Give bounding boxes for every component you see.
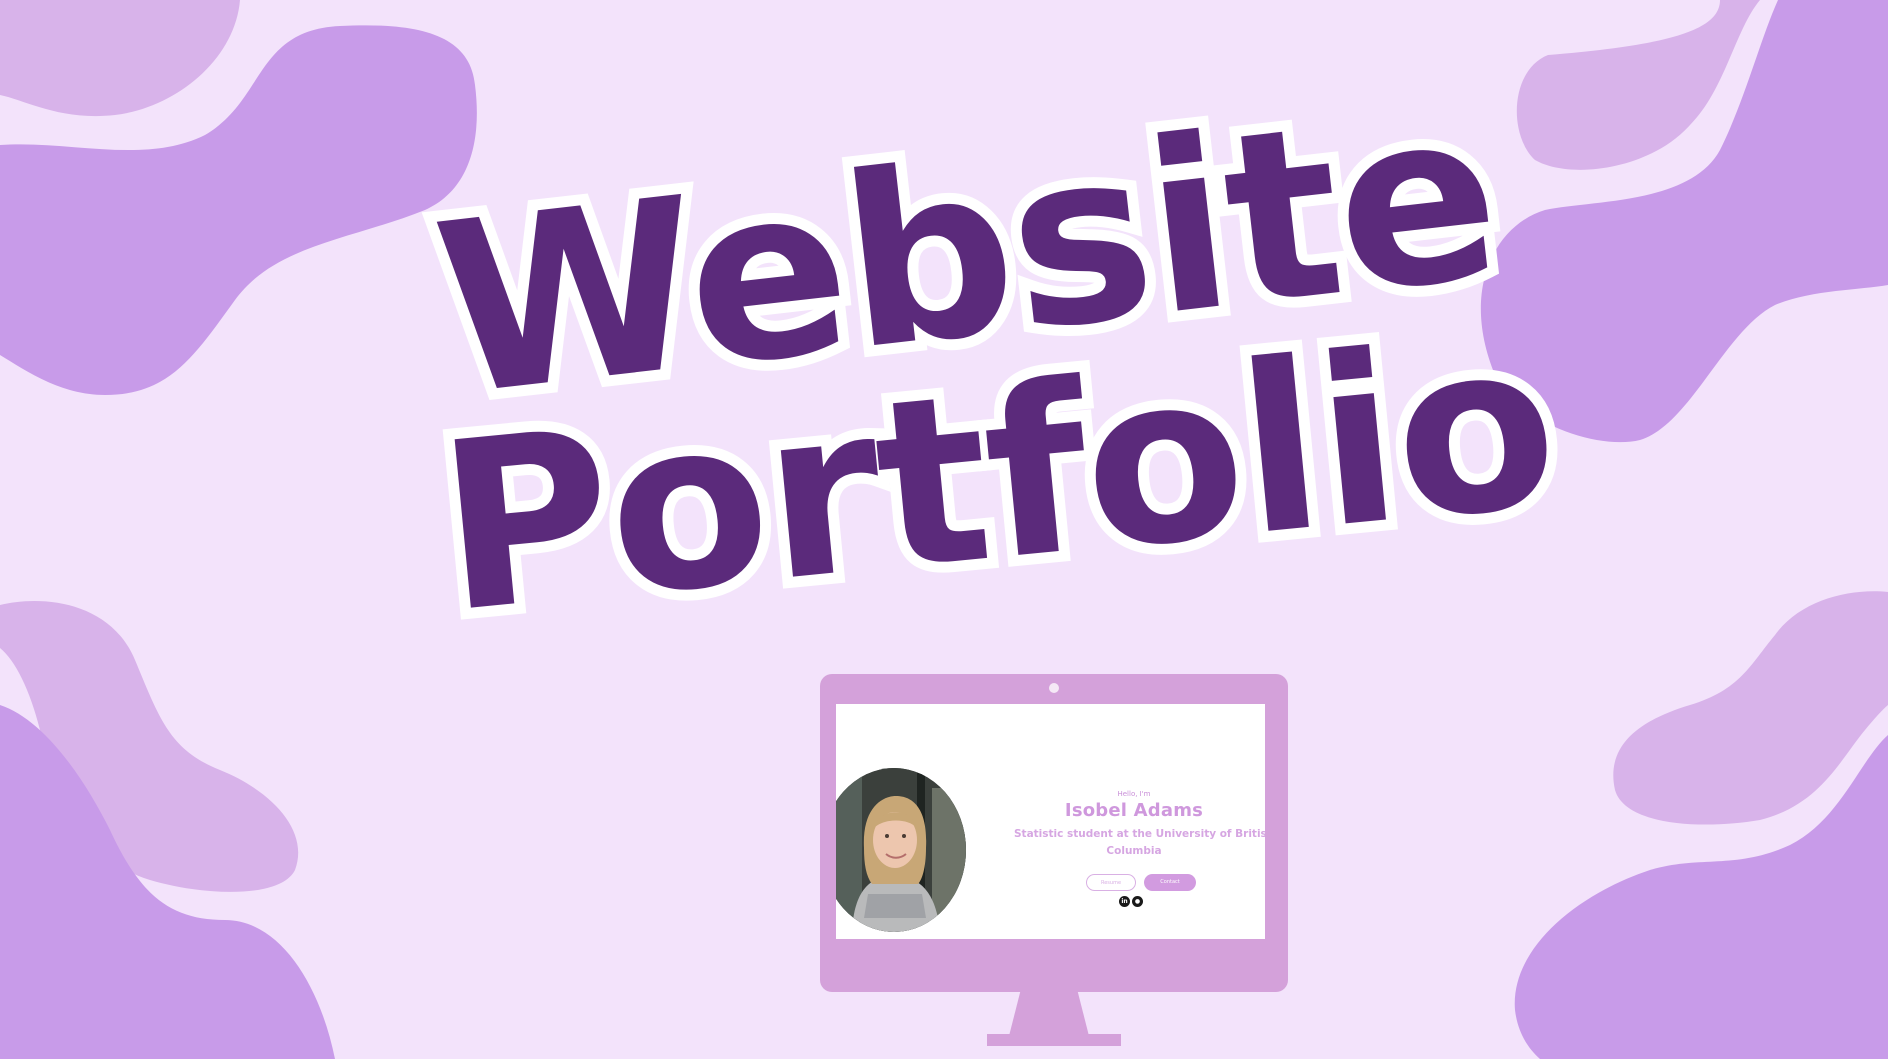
portrait-photo (836, 768, 966, 932)
hero-subtitle: Statistic student at the University of B… (1014, 826, 1265, 860)
contact-button[interactable]: Contact (1144, 874, 1196, 891)
hero-subtitle-line2: Columbia (1106, 845, 1162, 857)
hero-subtitle-line1: Statistic student at the University of B… (1014, 828, 1265, 840)
hero-name: Isobel Adams (1064, 800, 1204, 821)
github-icon[interactable]: ● (1132, 896, 1143, 907)
resume-button[interactable]: Resume (1086, 874, 1136, 891)
monitor-stand-base (987, 1034, 1121, 1046)
webcam-icon (1049, 683, 1059, 693)
blob-bottom-right-light (1613, 591, 1888, 825)
website-preview-screen: Hello, I'm Isobel Adams Statistic studen… (836, 704, 1265, 939)
hero-section: Hello, I'm Isobel Adams Statistic studen… (1014, 790, 1265, 860)
greeting-text: Hello, I'm (1117, 790, 1151, 798)
linkedin-icon[interactable]: in (1119, 896, 1130, 907)
avatar (836, 768, 966, 932)
monitor-stand-neck (1009, 992, 1089, 1036)
monitor-frame: Hello, I'm Isobel Adams Statistic studen… (820, 674, 1288, 992)
blob-top-left-light (0, 0, 240, 117)
